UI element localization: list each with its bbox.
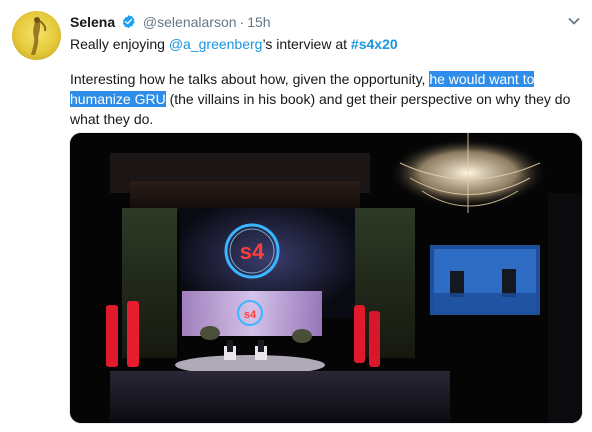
svg-text:s4: s4	[244, 309, 257, 321]
header-separator: ·	[239, 14, 245, 30]
tweet-header: Selena @selenalarson · 15h	[70, 13, 271, 31]
selected-text-a: he would want to	[429, 71, 535, 87]
stage-photo: s4 s4	[70, 133, 582, 423]
hashtag-link[interactable]: #s4x20	[351, 36, 398, 52]
tweet-body-text: Interesting how he talks about how, give…	[70, 69, 575, 129]
selected-text-b: humanize GRU	[70, 91, 166, 107]
line1-middle: ’s interview at	[262, 36, 351, 52]
tweet-first-line: Really enjoying @a_greenberg’s interview…	[70, 35, 398, 54]
avatar-image	[31, 17, 47, 55]
svg-text:s4: s4	[240, 239, 265, 264]
tweet-photo[interactable]: s4 s4	[69, 132, 583, 424]
mention-link[interactable]: @a_greenberg	[169, 36, 263, 52]
tweet-card: Selena @selenalarson · 15h Really enjoying…	[0, 0, 592, 432]
tweet-timestamp[interactable]: 15h	[247, 14, 270, 30]
author-name[interactable]: Selena	[70, 14, 115, 30]
verified-badge-icon	[122, 14, 135, 29]
body-text-part1: Interesting how he talks about how, give…	[70, 71, 430, 87]
line1-prefix: Really enjoying	[70, 36, 169, 52]
author-handle[interactable]: @selenalarson	[143, 14, 237, 30]
chevron-down-icon[interactable]	[566, 13, 582, 29]
avatar[interactable]	[12, 11, 61, 60]
